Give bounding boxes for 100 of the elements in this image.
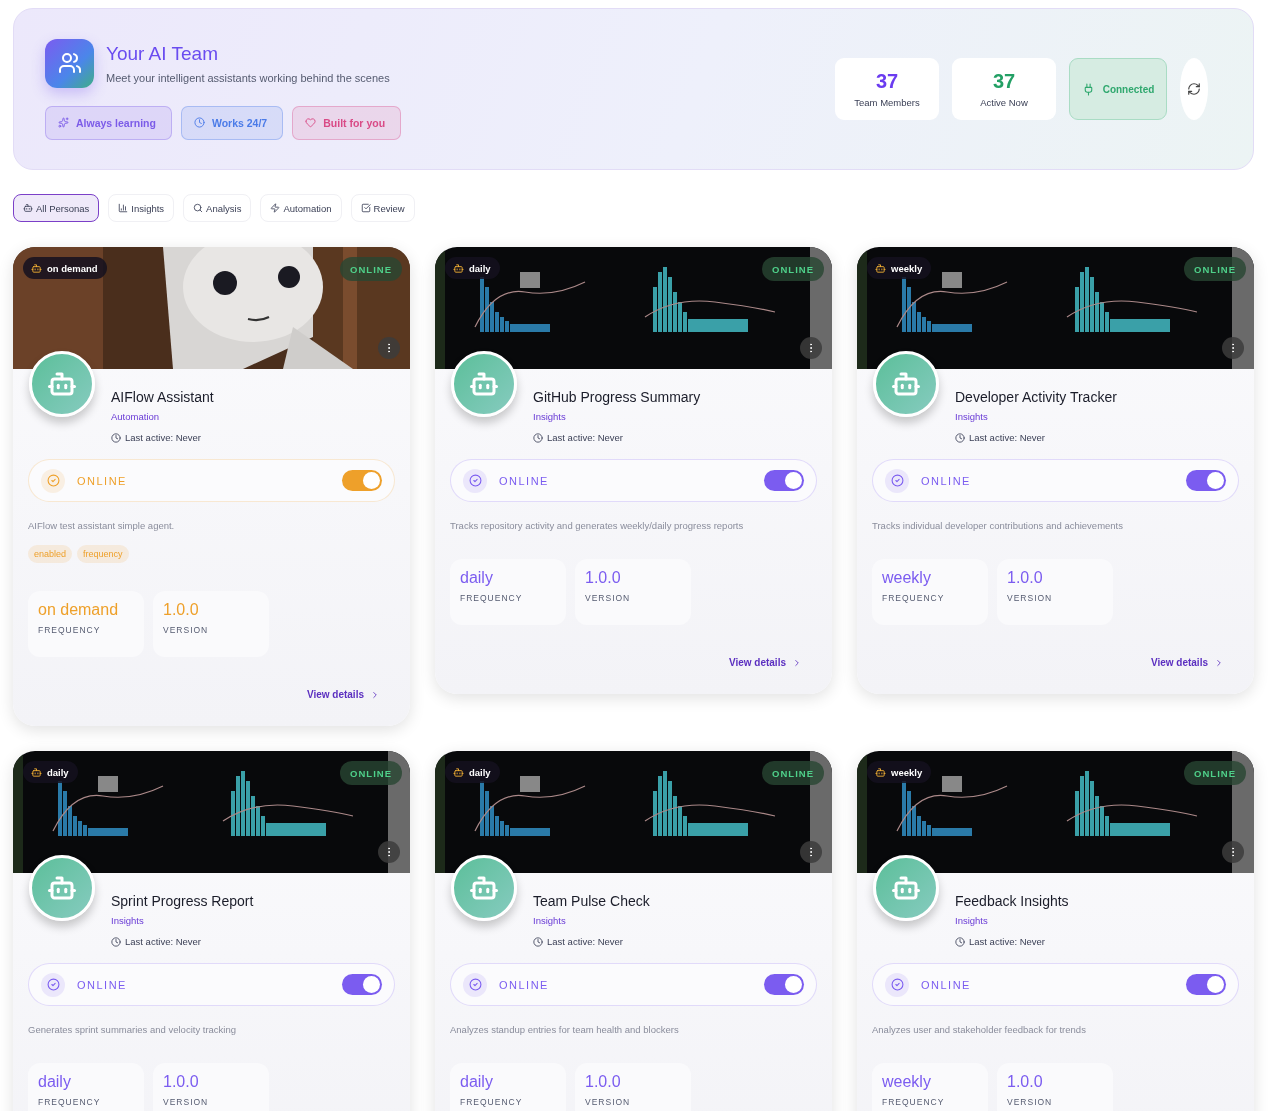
frequency-label: FREQUENCY bbox=[460, 593, 524, 603]
status-toggle[interactable] bbox=[1186, 974, 1226, 995]
status-label: ONLINE bbox=[499, 474, 550, 487]
tag: frequency bbox=[77, 545, 129, 563]
persona-category: Automation bbox=[111, 411, 161, 422]
stat-label: Team Members bbox=[854, 97, 920, 108]
last-active: Last active: Never bbox=[547, 432, 624, 443]
clock-icon bbox=[533, 432, 543, 443]
persona-category: Insights bbox=[955, 915, 989, 926]
version-label: VERSION bbox=[163, 625, 210, 635]
chevron-icon bbox=[370, 689, 380, 700]
filter-tab[interactable]: Review bbox=[350, 194, 415, 222]
refresh-icon bbox=[1187, 82, 1201, 96]
chevron-icon bbox=[1214, 657, 1224, 668]
frequency-label: FREQUENCY bbox=[460, 1097, 524, 1107]
filter-tab[interactable]: All Personas bbox=[13, 194, 100, 222]
team-icon bbox=[45, 38, 94, 88]
status-toggle[interactable] bbox=[764, 470, 804, 491]
check-icon bbox=[890, 978, 904, 991]
check-icon bbox=[46, 978, 60, 991]
version-value: 1.0.0 bbox=[163, 1073, 200, 1091]
status-toggle[interactable] bbox=[342, 470, 382, 491]
clock-icon bbox=[111, 432, 121, 443]
frequency-value: on demand bbox=[38, 601, 120, 619]
version-value: 1.0.0 bbox=[585, 1073, 622, 1091]
bar-chart-icon bbox=[118, 203, 129, 213]
robot-icon bbox=[31, 766, 42, 778]
frequency-value: weekly bbox=[882, 1073, 932, 1091]
tag: enabled bbox=[28, 545, 73, 563]
lightning-icon bbox=[270, 203, 281, 213]
check-icon bbox=[46, 474, 60, 487]
online-badge: ONLINE bbox=[340, 257, 402, 281]
stat-value: 37 bbox=[875, 70, 899, 93]
persona-category: Insights bbox=[111, 915, 145, 926]
status-toggle[interactable] bbox=[1186, 470, 1226, 491]
last-active: Last active: Never bbox=[547, 936, 624, 947]
check-icon bbox=[890, 474, 904, 487]
chevron-icon bbox=[792, 657, 802, 668]
chip-label: Built for you bbox=[323, 116, 386, 129]
last-active: Last active: Never bbox=[969, 936, 1046, 947]
persona-category: Insights bbox=[533, 915, 567, 926]
badge-label: on demand bbox=[47, 262, 98, 274]
frequency-value: weekly bbox=[882, 569, 932, 587]
view-details-link[interactable]: View details bbox=[306, 689, 380, 700]
persona-name: Sprint Progress Report bbox=[111, 893, 254, 909]
version-label: VERSION bbox=[585, 593, 632, 603]
persona-description: AIFlow test assistant simple agent. bbox=[28, 520, 176, 531]
robot-icon bbox=[875, 262, 886, 274]
status-label: ONLINE bbox=[921, 978, 972, 991]
chip-label: Always learning bbox=[76, 116, 156, 129]
robot-icon bbox=[23, 203, 33, 213]
search-icon bbox=[193, 203, 204, 213]
persona-category: Insights bbox=[533, 411, 567, 422]
frequency-value: daily bbox=[460, 569, 494, 587]
last-active: Last active: Never bbox=[125, 936, 202, 947]
status-label: ONLINE bbox=[77, 978, 128, 991]
persona-description: Generates sprint summaries and velocity tracking bbox=[28, 1024, 238, 1035]
view-details-link[interactable]: View details bbox=[1150, 657, 1224, 668]
connection-label: Connected bbox=[1102, 83, 1155, 95]
refresh-button[interactable] bbox=[1180, 58, 1208, 120]
persona-description: Analyzes standup entries for team health and blockers bbox=[450, 1024, 680, 1035]
version-label: VERSION bbox=[163, 1097, 210, 1107]
filter-tab[interactable]: Automation bbox=[260, 194, 342, 222]
persona-description: Analyzes user and stakeholder feedback for trends bbox=[872, 1024, 1087, 1035]
clock-icon bbox=[955, 936, 965, 947]
frequency-label: FREQUENCY bbox=[38, 625, 102, 635]
online-badge: ONLINE bbox=[340, 761, 402, 785]
filter-tab[interactable]: Insights bbox=[108, 194, 175, 222]
status-toggle[interactable] bbox=[342, 974, 382, 995]
version-label: VERSION bbox=[1007, 593, 1054, 603]
chip-label: Works 24/7 bbox=[211, 116, 268, 129]
frequency-value: daily bbox=[460, 1073, 494, 1091]
persona-description: Tracks individual developer contributions and achievements bbox=[872, 520, 1124, 531]
robot-icon bbox=[453, 766, 464, 778]
version-value: 1.0.0 bbox=[1007, 1073, 1044, 1091]
status-label: ONLINE bbox=[77, 474, 128, 487]
view-details-link[interactable]: View details bbox=[728, 657, 802, 668]
stat-value: 37 bbox=[992, 70, 1016, 93]
frequency-label: FREQUENCY bbox=[882, 593, 946, 603]
robot-icon bbox=[875, 766, 886, 778]
version-value: 1.0.0 bbox=[163, 601, 200, 619]
status-label: ONLINE bbox=[921, 474, 972, 487]
persona-name: GitHub Progress Summary bbox=[533, 389, 701, 405]
frequency-value: daily bbox=[38, 1073, 72, 1091]
badge-label: daily bbox=[469, 766, 491, 778]
version-label: VERSION bbox=[1007, 1097, 1054, 1107]
badge-label: daily bbox=[47, 766, 69, 778]
check-icon bbox=[468, 474, 482, 487]
persona-name: Feedback Insights bbox=[955, 893, 1069, 909]
heart-icon bbox=[305, 117, 317, 128]
status-toggle[interactable] bbox=[764, 974, 804, 995]
frequency-label: FREQUENCY bbox=[38, 1097, 102, 1107]
clock-icon bbox=[193, 117, 205, 128]
last-active: Last active: Never bbox=[969, 432, 1046, 443]
online-badge: ONLINE bbox=[1184, 257, 1246, 281]
online-badge: ONLINE bbox=[762, 761, 824, 785]
filter-tab[interactable]: Analysis bbox=[183, 194, 252, 222]
badge-label: weekly bbox=[891, 766, 923, 778]
clock-icon bbox=[111, 936, 121, 947]
persona-category: Insights bbox=[955, 411, 989, 422]
